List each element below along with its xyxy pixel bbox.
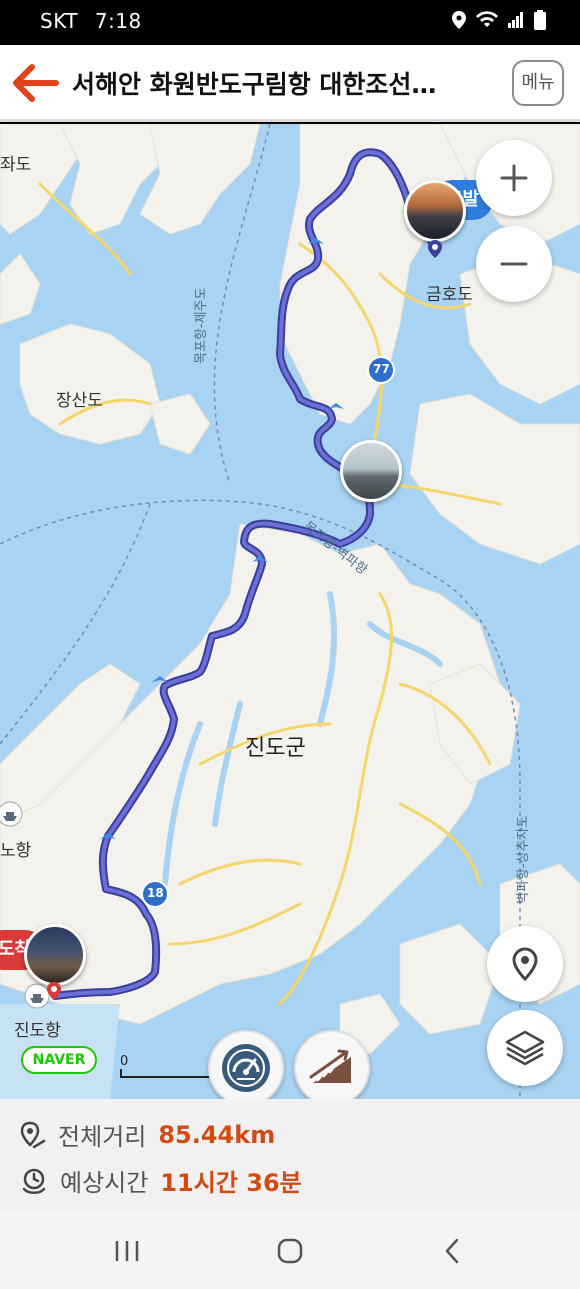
distance-label: 전체거리 [58, 1123, 147, 1151]
route-info-panel: 전체거리 85.44km 예상시간 11시간 36분 [0, 1099, 580, 1212]
location-icon [452, 11, 466, 33]
place-label-jangsando: 장산도 [56, 391, 103, 411]
plus-icon [500, 164, 528, 192]
time-row: 예상시간 11시간 36분 [20, 1163, 302, 1198]
arrival-photo-marker[interactable] [24, 924, 86, 986]
system-back-button[interactable] [432, 1234, 472, 1268]
signal-icon [508, 12, 524, 32]
arrow-left-icon [13, 64, 59, 102]
place-label-jindo-gun: 진도군 [245, 736, 306, 761]
waypoint-photo-marker[interactable] [340, 440, 402, 502]
distance-value: 85.44km [158, 1120, 276, 1149]
layers-icon [505, 1030, 545, 1066]
speedometer-icon [222, 1044, 270, 1092]
naver-logo: NAVER [21, 1046, 97, 1074]
time-value: 11시간 36분 [160, 1169, 302, 1197]
speedometer-button[interactable] [208, 1030, 284, 1099]
sea-route-label: 목포항-제주도 [194, 287, 209, 364]
menu-button[interactable]: 메뉴 [512, 60, 564, 106]
minus-icon [500, 262, 528, 266]
start-pin-icon [428, 240, 442, 258]
time-label: 예상시간 [60, 1169, 149, 1197]
place-label-jwado: 좌도 [0, 155, 32, 175]
layers-button[interactable] [487, 1010, 563, 1086]
scale-label: 0 [120, 1054, 129, 1069]
wifi-icon [476, 11, 498, 33]
recent-apps-icon [115, 1241, 139, 1261]
ferry-icon [24, 983, 50, 1009]
page-title: 서해안 화원반도구림항 대한조선… [72, 70, 437, 99]
slope-chart-icon [309, 1049, 351, 1083]
start-photo-marker[interactable] [404, 180, 466, 242]
clock-icon [22, 1168, 46, 1194]
system-nav-bar [0, 1212, 580, 1289]
recent-apps-button[interactable] [107, 1234, 147, 1268]
zoom-out-button[interactable] [476, 226, 552, 302]
status-bar: SKT 7:18 [0, 0, 580, 45]
back-chevron-icon [445, 1238, 459, 1264]
scale-bar [120, 1069, 220, 1078]
route-18-label: 18 [147, 886, 164, 900]
place-label-jindo-port: 진도항 [14, 1021, 61, 1041]
arrival-pin-icon [47, 982, 61, 1000]
my-location-button[interactable] [487, 926, 563, 1002]
location-pin-icon [512, 947, 538, 981]
distance-row: 전체거리 85.44km [20, 1117, 275, 1152]
ferry-icon [0, 801, 23, 827]
map-scale: 0 [120, 1054, 220, 1079]
sea-route-label: 벽파항-상추자도 [516, 815, 531, 904]
place-label-geumhodo: 금호도 [426, 285, 473, 305]
carrier-label: SKT [40, 9, 78, 33]
home-icon [277, 1238, 303, 1264]
route-77-label: 77 [373, 362, 390, 376]
back-button[interactable] [10, 61, 62, 105]
map-view[interactable]: 77 18 좌도 금호도 장산도 진도군 노항 진도항 목포항-제주도 목포항-… [0, 124, 580, 1099]
zoom-in-button[interactable] [476, 140, 552, 216]
slope-chart-button[interactable] [294, 1030, 370, 1099]
app-bar: 서해안 화원반도구림항 대한조선… 메뉴 [0, 45, 580, 122]
place-label-noport: 노항 [0, 841, 32, 861]
battery-icon [534, 10, 546, 34]
distance-pin-icon [20, 1121, 46, 1148]
clock: 7:18 [94, 9, 142, 33]
home-button[interactable] [270, 1234, 310, 1268]
